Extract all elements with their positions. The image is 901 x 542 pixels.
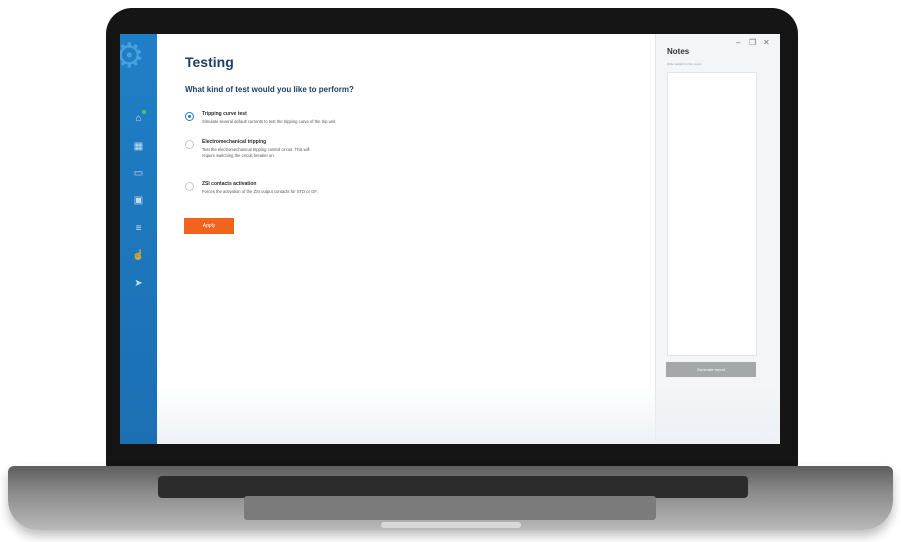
folder-icon[interactable]: ▭ (120, 165, 157, 181)
page-title: Testing (185, 54, 234, 70)
notes-hint: Write details for the report (667, 62, 702, 66)
touch-icon[interactable]: ☝ (120, 247, 157, 263)
radio-electromechanical[interactable] (185, 140, 194, 149)
building-icon[interactable]: ▦ (120, 138, 157, 154)
notes-panel: – ❐ ✕ Notes Write details for the report… (655, 34, 780, 444)
option-title: ZSI contacts activation (202, 181, 257, 187)
option-title: Electromechanical tripping (202, 139, 267, 145)
screen-reflection (157, 386, 780, 444)
option-description: Simulate several default currents to tes… (202, 119, 337, 124)
restore-icon[interactable]: ❐ (749, 38, 756, 47)
minimize-icon[interactable]: – (736, 38, 740, 47)
gear-icon: ⚙ (120, 37, 145, 75)
close-icon[interactable]: ✕ (763, 38, 770, 47)
sidebar: ⚙ ⌂ ▦ ▭ ▣ ≡ ☝ ➤ (120, 34, 157, 444)
apply-button[interactable]: Apply (184, 218, 234, 234)
test-question: What kind of test would you like to perf… (185, 85, 354, 94)
generate-report-button[interactable]: Generate report (666, 362, 756, 377)
app-screen: ⚙ ⌂ ▦ ▭ ▣ ≡ ☝ ➤ Testing What kind of tes… (120, 34, 780, 444)
option-title: Tripping curve test (202, 111, 247, 117)
send-icon[interactable]: ➤ (120, 275, 157, 291)
radio-zsi-contacts[interactable] (185, 182, 194, 191)
notes-title: Notes (667, 47, 690, 56)
status-dot (142, 110, 146, 114)
option-description: Forces the activation of the ZSI output … (202, 189, 318, 194)
keyboard (158, 476, 748, 498)
option-zsi-contacts[interactable]: ZSI contacts activation Forces the activ… (185, 181, 435, 206)
testing-panel: Testing What kind of test would you like… (157, 34, 655, 444)
laptop-base (8, 466, 893, 530)
radio-tripping-curve[interactable] (185, 112, 194, 121)
home-icon[interactable]: ⌂ (120, 110, 157, 126)
option-electromechanical[interactable]: Electromechanical tripping Test the elec… (185, 139, 435, 172)
notes-textarea[interactable] (667, 72, 757, 356)
dashboard-icon[interactable]: ▣ (120, 192, 157, 208)
option-description: Test the electromechanical tripping cont… (202, 147, 310, 158)
analytics-icon[interactable]: ≡ (120, 220, 157, 236)
option-tripping-curve[interactable]: Tripping curve test Simulate several def… (185, 111, 435, 132)
lid-notch (381, 522, 521, 528)
trackpad (244, 496, 656, 520)
